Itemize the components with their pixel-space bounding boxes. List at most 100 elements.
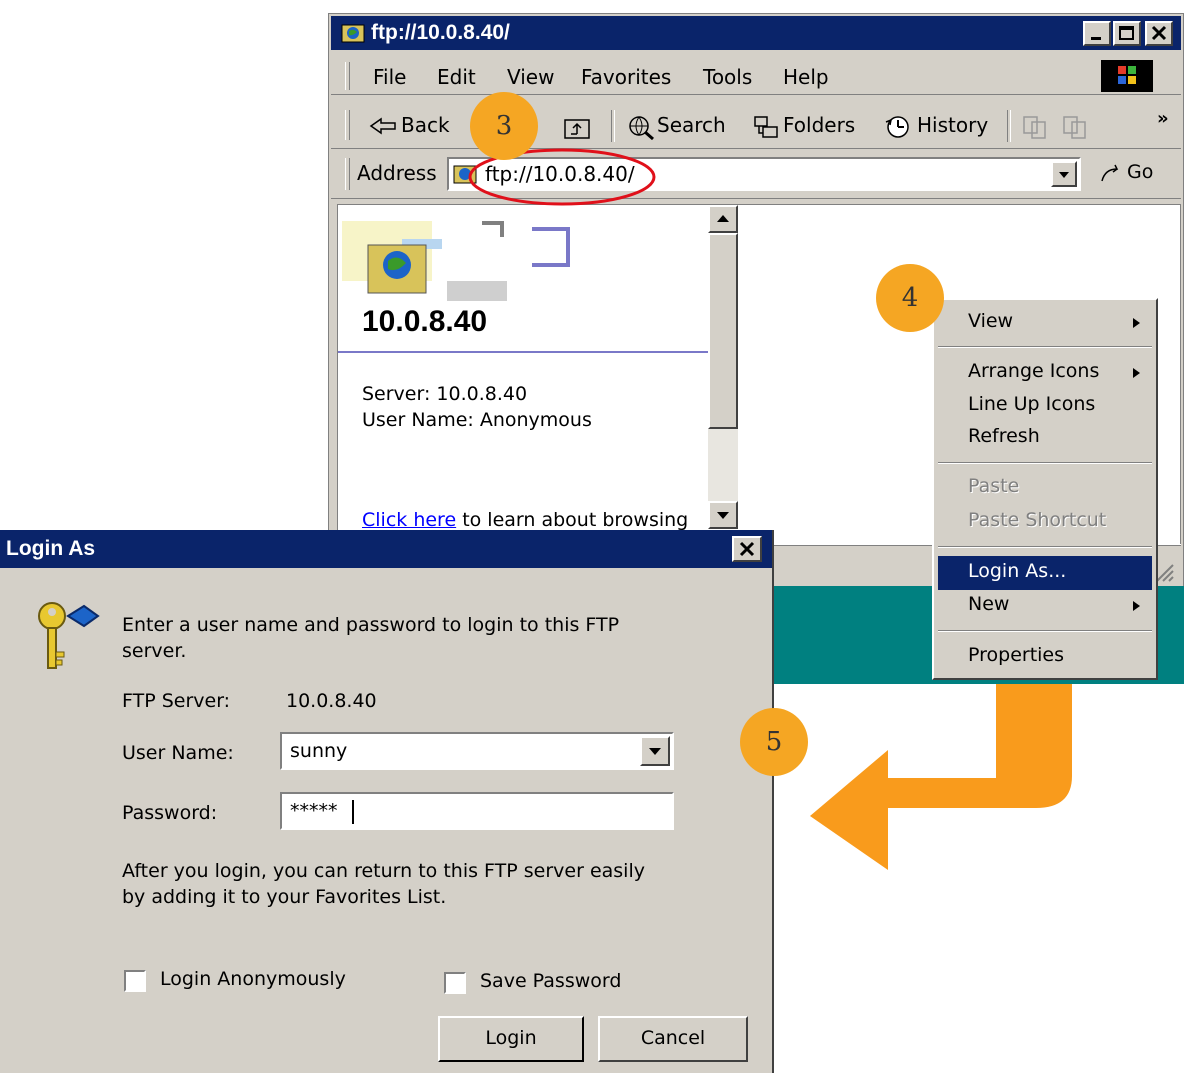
close-button[interactable] [1145,21,1173,46]
back-label: Back [401,113,450,137]
note-text-2: by adding it to your Favorites List. [122,886,447,908]
menu-separator [938,346,1152,348]
copy-to-button[interactable] [1061,114,1091,140]
login-dialog: Login As Enter a user name and password … [0,530,774,1073]
address-grip [345,158,350,190]
folders-button[interactable]: Folders [753,112,863,140]
login-anonymously-label: Login Anonymously [160,968,346,990]
close-icon [739,541,755,557]
folders-label: Folders [783,113,856,137]
maximize-icon [1119,26,1134,40]
server-line: Server: 10.0.8.40 [362,383,528,405]
help-link-line: Click here to learn about browsing [362,509,688,531]
submenu-arrow-icon [1133,318,1140,328]
login-anonymously-checkbox[interactable]: Login Anonymously [124,968,384,996]
ftp-folder-graphic [342,221,570,301]
submenu-arrow-icon [1133,601,1140,611]
toolbar-grip [345,110,350,140]
menu-item-paste-shortcut-label: Paste Shortcut [968,509,1107,531]
folders-icon [754,116,778,138]
menu-separator [938,546,1152,548]
search-button[interactable]: Search [627,112,737,140]
menu-tools[interactable]: Tools [703,65,752,89]
menu-favorites[interactable]: Favorites [581,65,671,89]
text-cursor [352,800,354,824]
intro-text-2: server. [122,640,187,662]
menu-edit[interactable]: Edit [437,65,476,89]
user-name-combobox[interactable]: sunny [280,732,674,770]
panel-scrollbar[interactable] [708,205,738,529]
minimize-button[interactable] [1083,21,1111,46]
menu-item-arrange-icons-label: Arrange Icons [968,360,1100,382]
scroll-thumb[interactable] [708,233,738,429]
menu-item-line-up-icons[interactable]: Line Up Icons [934,390,1156,422]
chevron-down-icon [1059,172,1069,178]
password-label: Password: [122,802,218,824]
history-button[interactable]: History [883,112,993,140]
menu-item-line-up-icons-label: Line Up Icons [968,393,1096,415]
note-text-1: After you login, you can return to this … [122,860,645,882]
checkbox-box[interactable] [124,970,146,992]
ftp-server-value: 10.0.8.40 [286,690,377,712]
password-value: ***** [290,800,338,822]
menu-item-view[interactable]: View [934,306,1156,340]
step-3-badge: 3 [470,92,538,160]
save-password-label: Save Password [480,970,622,992]
toolbar-overflow-chevron[interactable]: » [1157,108,1169,129]
menu-item-paste-label: Paste [968,475,1020,497]
toolbar-separator-2 [1007,110,1011,142]
dialog-titlebar[interactable]: Login As [0,530,772,568]
info-panel: 10.0.8.40 Server: 10.0.8.40 User Name: A… [338,205,708,545]
intro-text-1: Enter a user name and password to login … [122,614,620,636]
address-bar: Address ftp://10.0.8.40/ Go [331,152,1181,199]
menu-view[interactable]: View [507,65,554,89]
user-name-value: sunny [290,740,348,762]
history-label: History [917,113,989,137]
menu-bar: File Edit View Favorites Tools Help [331,58,1181,95]
windows-logo [1101,60,1153,92]
menu-separator [938,630,1152,632]
maximize-button[interactable] [1113,21,1141,46]
menu-item-view-label: View [968,310,1014,332]
history-clock-icon [885,116,909,138]
menu-item-login-as-label: Login As... [968,560,1067,582]
move-to-button[interactable] [1021,114,1051,140]
address-dropdown-button[interactable] [1051,161,1077,187]
close-icon [1151,25,1167,41]
scroll-down-button[interactable] [708,501,738,529]
checkbox-box[interactable] [444,972,466,994]
menu-item-properties[interactable]: Properties [934,640,1156,674]
menu-help[interactable]: Help [783,65,829,89]
menu-item-paste-shortcut: Paste Shortcut [934,506,1156,538]
login-button[interactable]: Login [438,1016,584,1062]
dialog-close-button[interactable] [732,536,762,562]
keys-icon [38,602,100,669]
up-folder-button[interactable] [563,116,593,140]
go-button[interactable]: Go [1099,160,1169,188]
menu-item-refresh[interactable]: Refresh [934,422,1156,454]
minimize-icon [1091,37,1101,40]
menu-file[interactable]: File [373,65,406,89]
scroll-up-button[interactable] [708,205,738,233]
save-password-checkbox[interactable]: Save Password [444,970,644,998]
up-folder-icon [564,119,590,139]
help-link[interactable]: Click here [362,509,456,531]
scroll-up-icon [717,215,729,222]
search-globe-icon [629,116,654,140]
login-button-label: Login [485,1027,537,1049]
back-arrow-icon [369,117,396,135]
cancel-button[interactable]: Cancel [598,1016,748,1062]
menu-grip [345,62,350,90]
menu-item-arrange-icons[interactable]: Arrange Icons [934,356,1156,390]
submenu-arrow-icon [1133,368,1140,378]
go-label: Go [1127,161,1154,183]
cancel-button-label: Cancel [640,1027,706,1049]
user-name-dropdown-button[interactable] [640,736,670,766]
menu-item-new[interactable]: New [934,590,1156,622]
browser-titlebar[interactable]: ftp://10.0.8.40/ [331,16,1181,50]
menu-item-login-as[interactable]: Login As... [938,556,1152,590]
server-heading: 10.0.8.40 [362,305,488,338]
copy-to-icon [1063,116,1086,139]
help-link-rest: to learn about browsing [462,509,689,531]
password-field[interactable]: ***** [280,792,674,830]
